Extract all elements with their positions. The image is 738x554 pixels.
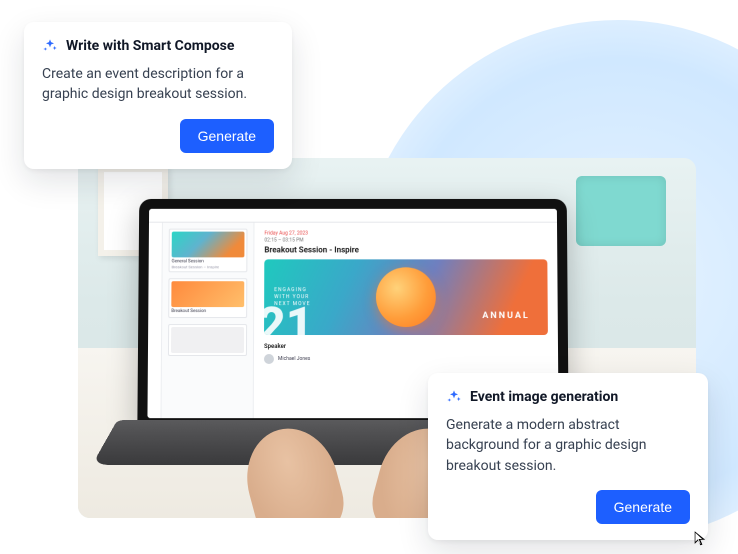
thumbnail-subtitle: Breakout Session – Inspire	[172, 265, 245, 270]
thumbnail-title: Breakout Session	[171, 309, 244, 314]
thumbnail-image	[172, 232, 245, 258]
session-thumbnail[interactable]: General Session Breakout Session – Inspi…	[169, 229, 248, 273]
speaker-avatar	[264, 354, 274, 364]
session-thumbnail-list: General Session Breakout Session – Inspi…	[161, 223, 254, 418]
session-thumbnail[interactable]: Breakout Session	[168, 279, 247, 318]
compose-generate-button[interactable]: Generate	[180, 119, 274, 153]
sparkle-icon	[42, 38, 58, 54]
smart-compose-card: Write with Smart Compose Create an event…	[24, 22, 292, 169]
compose-prompt-text: Create an event description for a graphi…	[42, 64, 274, 105]
hero-tagline: ENGAGING WITH YOUR NEXT MOVE	[274, 287, 310, 308]
thumbnail-image	[171, 327, 244, 353]
sparkle-icon	[446, 389, 462, 405]
mouse-cursor-icon	[694, 530, 708, 548]
speaker-row: Michael Jones	[264, 354, 548, 364]
app-left-rail	[147, 223, 162, 418]
session-thumbnail[interactable]	[168, 324, 247, 356]
hero-banner-word: ANNUAL	[482, 311, 530, 321]
image-prompt-text: Generate a modern abstract background fo…	[446, 415, 690, 476]
image-card-title: Event image generation	[470, 389, 618, 405]
speaker-name: Michael Jones	[278, 356, 310, 362]
session-title: Breakout Session - Inspire	[264, 245, 547, 254]
hero-orb	[376, 267, 436, 327]
image-generation-card: Event image generation Generate a modern…	[428, 373, 708, 540]
session-hero-image: 21 ENGAGING WITH YOUR NEXT MOVE ANNUAL	[264, 259, 548, 335]
mint-storage-box	[576, 176, 666, 246]
compose-card-title: Write with Smart Compose	[66, 38, 234, 54]
session-time: 02:15 – 03:15 PM	[264, 238, 547, 244]
app-topbar	[149, 209, 557, 223]
image-generate-button[interactable]: Generate	[596, 490, 690, 524]
thumbnail-image	[171, 282, 244, 308]
speaker-heading: Speaker	[264, 343, 548, 350]
session-date: Friday Aug 27, 2023	[264, 231, 547, 237]
